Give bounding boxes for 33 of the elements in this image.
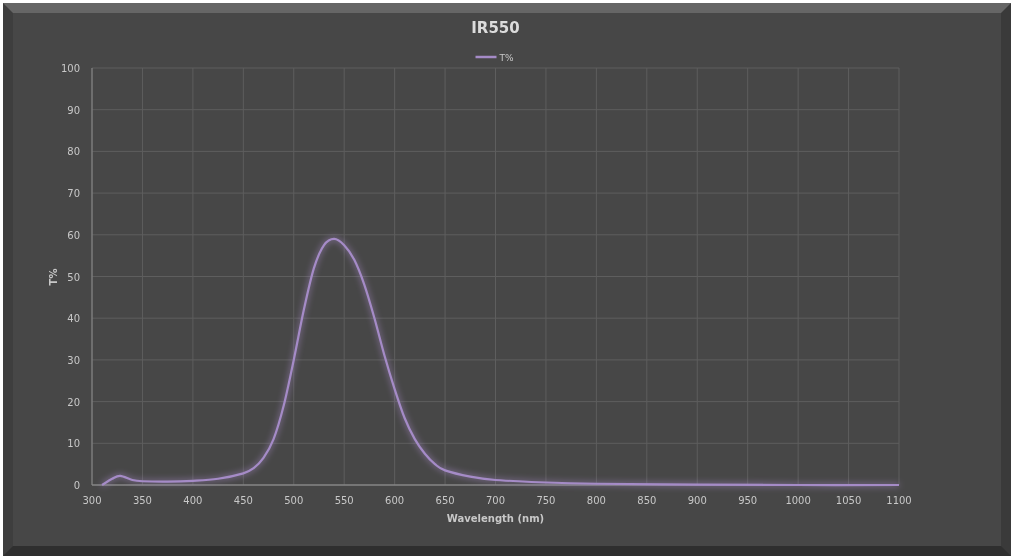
y-tick-label: 60 (67, 229, 80, 241)
x-tick-label: 650 (435, 495, 455, 506)
x-tick-label: 900 (687, 495, 707, 506)
y-tick-label: 90 (67, 104, 80, 116)
legend-label: T% (498, 53, 514, 63)
x-tick-label: 450 (233, 495, 253, 506)
chart-title: IR550 (471, 19, 520, 37)
x-tick-label: 550 (334, 495, 354, 506)
y-tick-label: 70 (67, 188, 80, 200)
x-tick-label: 1000 (785, 495, 811, 506)
y-axis-title: T% (48, 268, 59, 286)
x-axis-title: Wavelength (nm) (446, 513, 545, 524)
x-tick-label: 950 (738, 495, 758, 506)
x-tick-label: 800 (586, 495, 606, 506)
x-tick-label: 600 (385, 495, 405, 506)
x-tick-label: 750 (536, 495, 556, 506)
x-tick-label: 350 (132, 495, 152, 506)
x-tick-label: 1050 (835, 495, 862, 506)
x-tick-label: 500 (284, 495, 304, 506)
y-tick-label: 100 (60, 63, 80, 74)
x-tick-label: 300 (82, 495, 102, 506)
legend-item: T% (475, 53, 514, 63)
x-tick-label: 850 (637, 495, 657, 506)
y-tick-label: 10 (67, 438, 80, 450)
y-tick-label: 50 (67, 271, 80, 283)
y-tick-label: 80 (67, 146, 80, 158)
x-tick-label: 1100 (886, 495, 912, 506)
y-tick-label: 20 (67, 396, 80, 408)
y-tick-label: 40 (67, 313, 80, 325)
y-tick-label: 0 (73, 480, 80, 491)
y-tick-label: 30 (67, 354, 80, 366)
x-tick-label: 700 (485, 495, 506, 506)
x-tick-label: 400 (183, 495, 203, 506)
